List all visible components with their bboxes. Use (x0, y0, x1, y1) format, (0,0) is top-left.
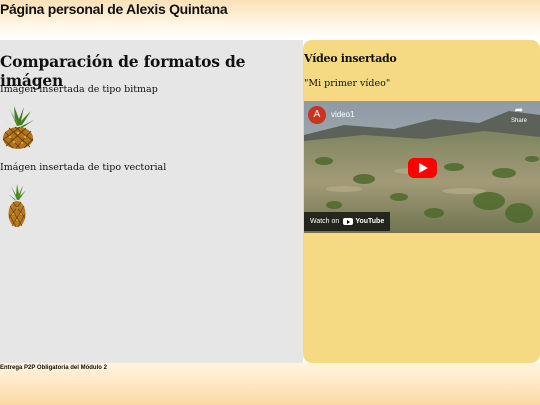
video-quote: "Mi primer vídeo" (304, 78, 391, 89)
pineapple-vector-image (8, 184, 26, 228)
video-section-heading: Vídeo insertado (304, 52, 397, 65)
share-button[interactable]: ➦ Share (508, 105, 530, 125)
youtube-play-icon (343, 218, 354, 225)
embedded-video-player[interactable]: A video1 ➦ Share Watch on YouTube (304, 101, 540, 233)
vector-caption: Imágen insertada de tipo vectorial (0, 162, 167, 173)
video-title[interactable]: video1 (331, 110, 355, 119)
site-title: Página personal de Alexis Quintana (0, 1, 228, 17)
play-button[interactable] (408, 158, 437, 178)
share-icon: ➦ (514, 105, 524, 116)
youtube-logo: YouTube (343, 212, 384, 231)
watch-on-label: Watch on (310, 218, 340, 225)
channel-avatar[interactable]: A (308, 106, 326, 124)
pineapple-bitmap-image (2, 106, 34, 149)
share-label: Share (510, 118, 527, 124)
footer-text: Entrega P2P Obligatoria del Módulo 2 (0, 365, 107, 371)
bitmap-caption: Imágen insertada de tipo bitmap (0, 84, 158, 95)
video-panel: Vídeo insertado "Mi primer vídeo" A vide… (303, 40, 540, 363)
watch-on-youtube-button[interactable]: Watch on YouTube (304, 212, 391, 231)
main-content-panel: Comparación de formatos de imágen Imágen… (0, 40, 303, 363)
youtube-label: YouTube (355, 218, 385, 225)
